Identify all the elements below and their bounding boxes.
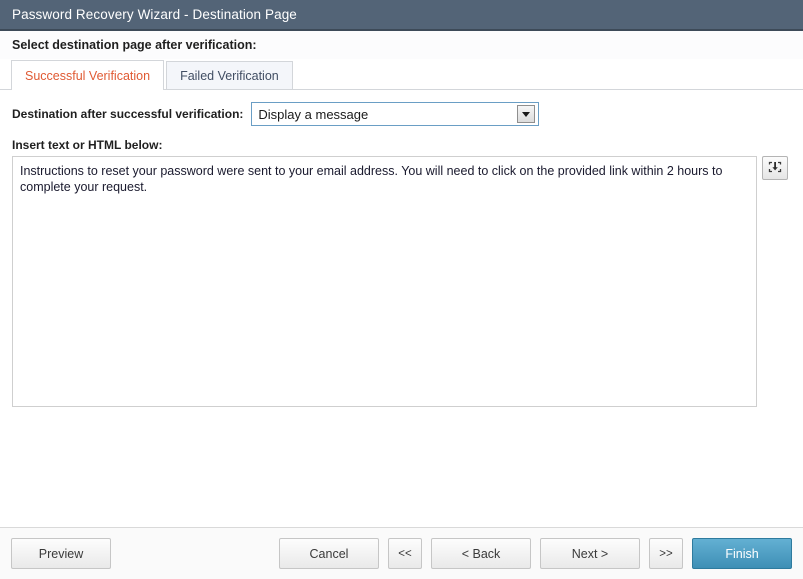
destination-select-value: Display a message [258,106,369,122]
editor-label: Insert text or HTML below: [12,138,163,152]
cancel-button[interactable]: Cancel [279,538,379,569]
tab-failed-verification[interactable]: Failed Verification [166,61,293,90]
page-title: Select destination page after verificati… [12,38,257,52]
destination-label: Destination after successful verificatio… [12,107,244,121]
last-page-button[interactable]: >> [649,538,683,569]
tab-successful-verification[interactable]: Successful Verification [11,60,165,90]
footer-right-group: Cancel << < Back Next > >> Finish [279,538,792,569]
caret-shape [522,111,531,117]
first-page-button[interactable]: << [388,538,422,569]
tab-successful-verification-label: Successful Verification [25,69,151,83]
finish-button[interactable]: Finish [692,538,792,569]
preview-button[interactable]: Preview [11,538,111,569]
chevron-down-icon[interactable] [517,105,536,123]
next-button[interactable]: Next > [540,538,640,569]
insert-field-icon[interactable] [762,156,788,180]
destination-select[interactable]: Display a message [251,102,540,126]
wizard-footer: Preview Cancel << < Back Next > >> Finis… [0,527,803,579]
window-title: Password Recovery Wizard - Destination P… [12,7,297,22]
tab-failed-verification-label: Failed Verification [180,69,279,83]
page-instruction-bar: Select destination page after verificati… [0,31,803,59]
destination-row: Destination after successful verificatio… [12,98,791,130]
tab-bar: Successful Verification Failed Verificat… [0,59,803,90]
window-titlebar: Password Recovery Wizard - Destination P… [0,0,803,31]
html-text-editor[interactable] [12,156,757,407]
footer-left-group: Preview [11,538,111,569]
back-button[interactable]: < Back [431,538,531,569]
editor-row [12,156,791,407]
tab-panel-successful-verification: Destination after successful verificatio… [0,98,803,407]
